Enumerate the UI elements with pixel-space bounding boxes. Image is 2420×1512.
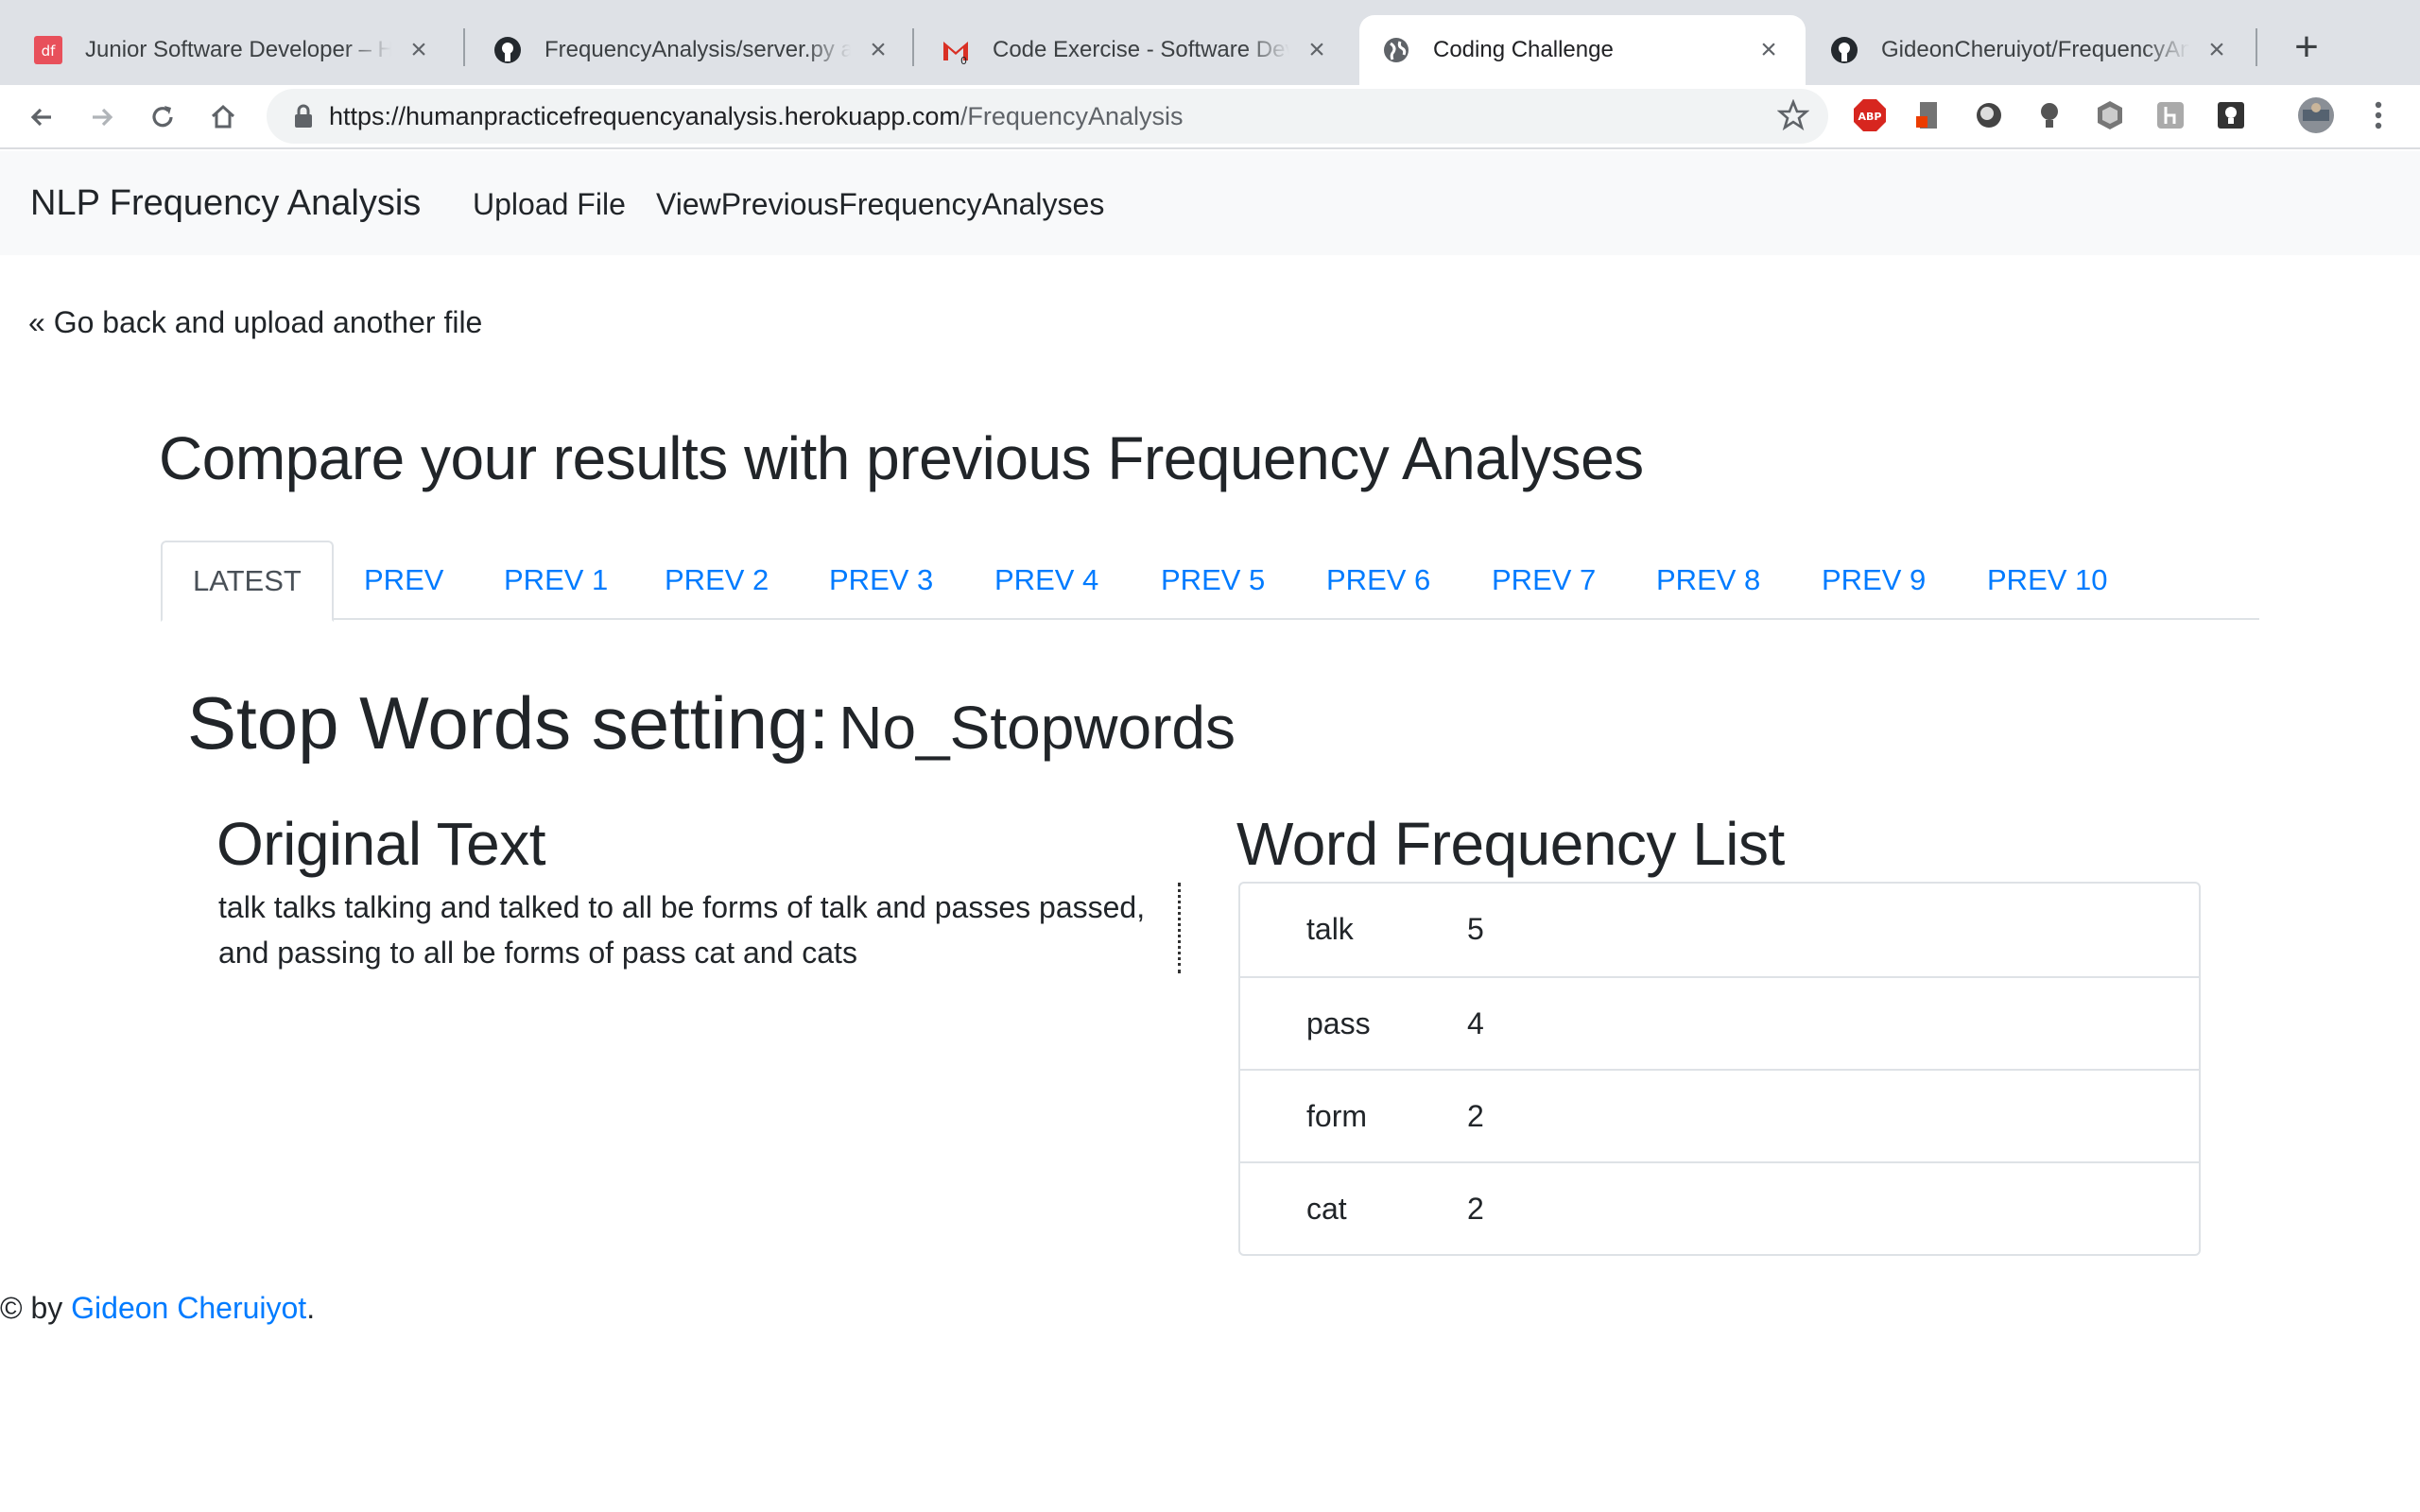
list-item: cat 2 xyxy=(1240,1161,2199,1254)
footer: © by Gideon Cheruiyot. xyxy=(0,1291,315,1326)
stop-words-setting: Stop Words setting: No_Stopwords xyxy=(187,680,1236,766)
circle-extension-icon[interactable] xyxy=(1968,94,2010,136)
word-frequency-heading: Word Frequency List xyxy=(1236,810,1785,878)
tab-prev[interactable]: PREV xyxy=(364,541,443,620)
back-arrow-icon[interactable] xyxy=(19,94,64,140)
browser-tab-2[interactable]: FrequencyAnalysis/server.py at master × xyxy=(471,15,915,85)
tab-separator xyxy=(2256,28,2257,66)
browser-tab-5[interactable]: GideonCheruiyot/FrequencyAnalysis × xyxy=(1807,15,2254,85)
author-link[interactable]: Gideon Cheruiyot xyxy=(71,1291,306,1325)
nav-view-previous-analyses[interactable]: ViewPreviousFrequencyAnalyses xyxy=(656,187,1104,222)
github-icon xyxy=(1830,36,1858,64)
column-divider xyxy=(1178,883,1181,973)
svg-text:df: df xyxy=(42,43,57,60)
tab-prev-10[interactable]: PREV 10 xyxy=(1987,541,2108,620)
go-back-link[interactable]: « Go back and upload another file xyxy=(28,305,482,340)
lock-icon[interactable] xyxy=(293,103,314,134)
frequency-word: pass xyxy=(1306,1006,1371,1040)
tab-title: GideonCheruiyot/FrequencyAnalysis xyxy=(1881,37,2189,62)
adblock-plus-icon[interactable]: ABP xyxy=(1849,94,1891,136)
reload-icon[interactable] xyxy=(140,94,185,140)
frequency-count: 2 xyxy=(1467,1099,1484,1133)
h-extension-icon[interactable] xyxy=(2150,94,2191,136)
chrome-menu-kebab-icon[interactable] xyxy=(2358,94,2399,136)
bookmark-star-icon[interactable] xyxy=(1776,98,1810,136)
svg-text:ABP: ABP xyxy=(1858,111,1882,123)
address-bar[interactable]: https://humanpracticefrequencyanalysis.h… xyxy=(267,89,1828,144)
bulb-box-extension-icon[interactable] xyxy=(2210,94,2252,136)
new-tab-plus-icon[interactable]: + xyxy=(2280,21,2333,74)
footer-prefix: © by xyxy=(0,1291,72,1325)
frequency-count: 2 xyxy=(1467,1192,1484,1226)
tab-prev-8[interactable]: PREV 8 xyxy=(1656,541,1760,620)
svg-text:0: 0 xyxy=(960,55,967,64)
browser-tab-3[interactable]: 0 Code Exercise - Software Developer × xyxy=(919,15,1354,85)
gmail-icon: 0 xyxy=(942,36,970,64)
hexagon-extension-icon[interactable] xyxy=(2089,94,2131,136)
nav-upload-file[interactable]: Upload File xyxy=(473,187,626,222)
tab-prev-1[interactable]: PREV 1 xyxy=(504,541,608,620)
frequency-word: cat xyxy=(1306,1192,1347,1226)
close-icon[interactable]: × xyxy=(405,34,433,65)
close-icon[interactable]: × xyxy=(1754,34,1783,65)
tab-prev-3[interactable]: PREV 3 xyxy=(829,541,933,620)
tab-latest[interactable]: LATEST xyxy=(161,541,334,622)
page-title: Compare your results with previous Frequ… xyxy=(159,424,1644,492)
tab-separator xyxy=(463,28,465,66)
word-frequency-list: talk 5 pass 4 form 2 cat 2 xyxy=(1238,882,2201,1256)
frequency-count: 4 xyxy=(1467,1006,1484,1040)
tab-title: Junior Software Developer – Human Practi… xyxy=(85,37,391,62)
site-navbar: NLP Frequency Analysis Upload File ViewP… xyxy=(0,151,2420,255)
list-item: form 2 xyxy=(1240,1069,2199,1161)
url-host: https://humanpracticefrequencyanalysis.h… xyxy=(329,102,960,130)
close-icon[interactable]: × xyxy=(2203,34,2231,65)
tab-title: FrequencyAnalysis/server.py at master xyxy=(544,37,851,62)
frequency-word: talk xyxy=(1306,912,1354,946)
tab-prev-7[interactable]: PREV 7 xyxy=(1492,541,1596,620)
tab-prev-2[interactable]: PREV 2 xyxy=(665,541,769,620)
profile-avatar[interactable] xyxy=(2295,94,2337,136)
footer-suffix: . xyxy=(306,1291,316,1325)
home-icon[interactable] xyxy=(200,94,246,140)
frequency-word: form xyxy=(1306,1099,1367,1133)
list-item: pass 4 xyxy=(1240,976,2199,1069)
browser-tab-1[interactable]: df Junior Software Developer – Human Pra… xyxy=(11,15,456,85)
close-icon[interactable]: × xyxy=(1303,34,1331,65)
analysis-tabs: LATEST PREV PREV 1 PREV 2 PREV 3 PREV 4 … xyxy=(161,541,2259,622)
frequency-count: 5 xyxy=(1467,912,1484,946)
office-extension-icon[interactable] xyxy=(1908,94,1949,136)
tab-prev-6[interactable]: PREV 6 xyxy=(1326,541,1430,620)
lightbulb-extension-icon[interactable] xyxy=(2029,94,2070,136)
df-logo-icon: df xyxy=(34,36,62,64)
close-icon[interactable]: × xyxy=(864,34,892,65)
stop-words-value: No_Stopwords xyxy=(838,694,1236,762)
original-text-body: talk talks talking and talked to all be … xyxy=(218,890,1146,970)
url-text: https://humanpracticefrequencyanalysis.h… xyxy=(329,102,1183,131)
tab-title: Code Exercise - Software Developer xyxy=(993,37,1289,62)
stop-words-label: Stop Words setting: xyxy=(187,681,830,765)
globe-icon xyxy=(1382,36,1410,64)
original-text-heading: Original Text xyxy=(216,810,546,878)
tab-title: Coding Challenge xyxy=(1433,37,1614,62)
browser-tabstrip: df Junior Software Developer – Human Pra… xyxy=(0,0,2420,85)
tab-prev-9[interactable]: PREV 9 xyxy=(1822,541,1926,620)
github-icon xyxy=(493,36,522,64)
url-path: /FrequencyAnalysis xyxy=(959,102,1184,130)
navbar-brand[interactable]: NLP Frequency Analysis xyxy=(30,183,421,224)
list-item: talk 5 xyxy=(1240,884,2199,976)
tab-separator xyxy=(912,28,914,66)
browser-tab-active[interactable]: Coding Challenge × xyxy=(1359,15,1806,85)
forward-arrow-icon[interactable] xyxy=(79,94,125,140)
tab-prev-5[interactable]: PREV 5 xyxy=(1161,541,1265,620)
tab-prev-4[interactable]: PREV 4 xyxy=(994,541,1098,620)
